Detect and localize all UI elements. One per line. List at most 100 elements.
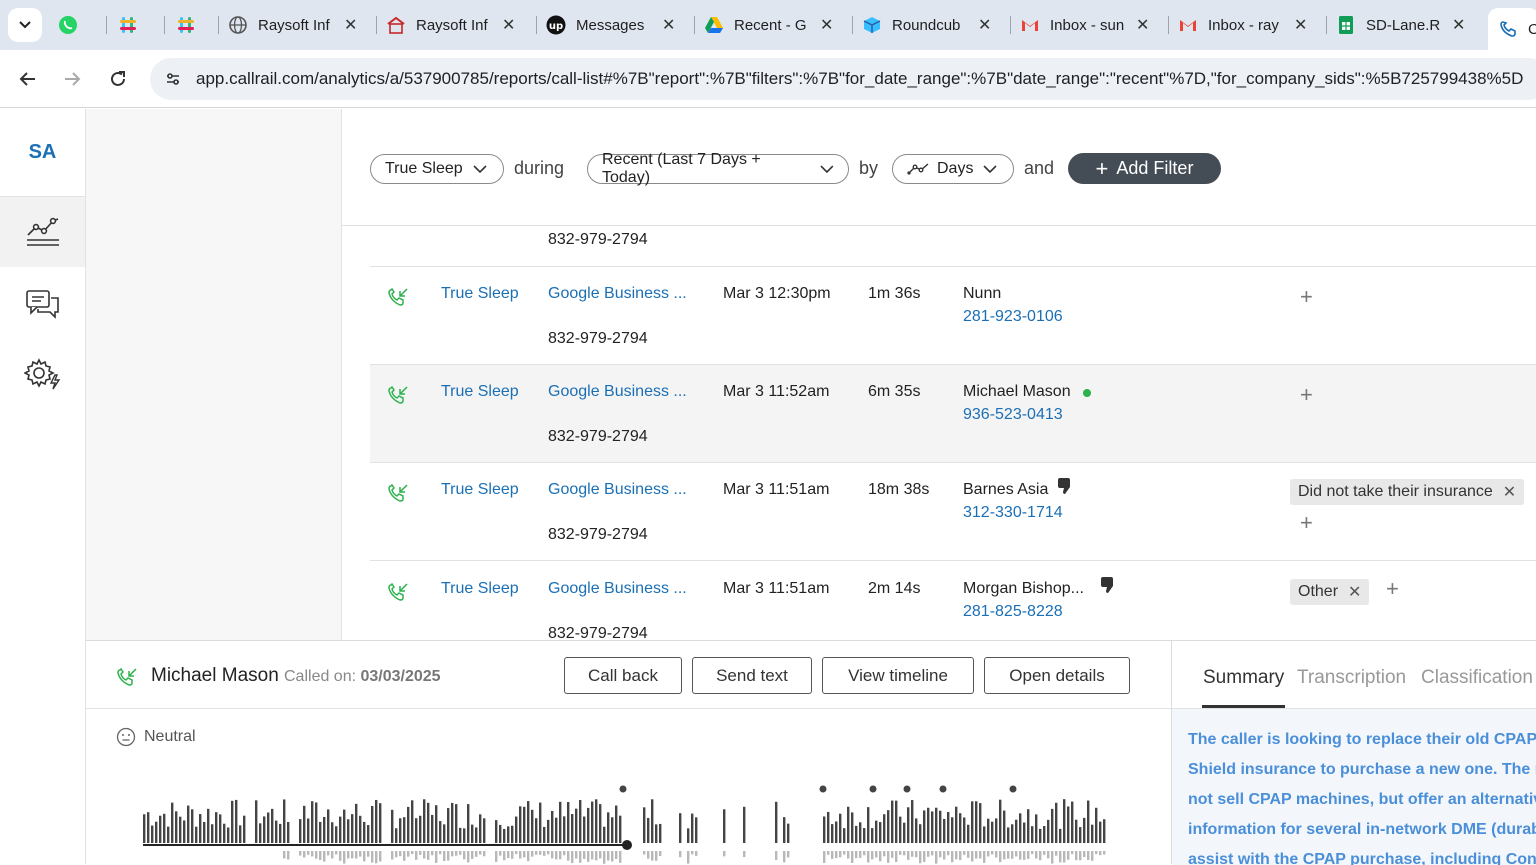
waveform-bar <box>263 816 266 843</box>
waveform-marker[interactable] <box>819 785 827 793</box>
waveform-bar-secondary <box>1075 851 1078 861</box>
waveform-bar-secondary <box>651 851 654 861</box>
waveform-marker[interactable] <box>1009 785 1017 793</box>
waveform-bar-secondary <box>447 851 450 861</box>
playhead-handle[interactable] <box>622 840 632 850</box>
tab-search-button[interactable] <box>8 8 42 42</box>
source-link[interactable]: Google Business ... <box>548 285 687 303</box>
company-link[interactable]: True Sleep <box>441 580 519 598</box>
browser-tab[interactable] <box>58 8 88 42</box>
waveform-bar-secondary <box>1051 851 1054 864</box>
waveform-marker[interactable] <box>903 785 911 793</box>
thumbs-down-icon[interactable] <box>1100 576 1116 594</box>
remove-tag-icon[interactable]: ✕ <box>1503 482 1516 502</box>
view-timeline-button[interactable]: View timeline <box>822 657 974 694</box>
tab-summary[interactable]: Summary <box>1203 667 1284 689</box>
add-tag-button[interactable]: + <box>1300 382 1313 408</box>
close-tab-icon[interactable]: ✕ <box>1452 15 1465 35</box>
company-link[interactable]: True Sleep <box>441 383 519 401</box>
site-info-icon[interactable] <box>162 68 184 90</box>
browser-tab[interactable]: SD-Lane.R ✕ <box>1336 8 1465 42</box>
browser-tab[interactable] <box>118 8 148 42</box>
waveform-bar <box>471 824 474 843</box>
audio-waveform[interactable] <box>141 781 1121 865</box>
waveform-bar-secondary <box>1063 851 1066 863</box>
add-tag-button[interactable]: + <box>1386 576 1399 602</box>
close-tab-icon[interactable]: ✕ <box>344 15 357 35</box>
caller-name[interactable]: Michael Mason <box>963 383 1071 401</box>
company-link[interactable]: True Sleep <box>441 481 519 499</box>
caller-name[interactable]: Morgan Bishop... <box>963 580 1084 598</box>
table-row-partial[interactable]: 832-979-2794 <box>370 226 1536 267</box>
waveform-marker[interactable] <box>619 785 627 793</box>
call-back-button[interactable]: Call back <box>564 657 682 694</box>
thumbs-down-icon[interactable] <box>1057 477 1073 495</box>
table-row[interactable]: True Sleep Google Business ... 832-979-279… <box>370 267 1536 365</box>
waveform-bar <box>655 824 658 843</box>
caller-phone[interactable]: 936-523-0413 <box>963 406 1063 424</box>
nav-analytics[interactable] <box>0 197 85 267</box>
source-link[interactable]: Google Business ... <box>548 481 687 499</box>
waveform-marker[interactable] <box>939 785 947 793</box>
waveform-bar <box>503 828 506 843</box>
open-details-button[interactable]: Open details <box>984 657 1130 694</box>
waveform-bar-secondary <box>871 851 874 860</box>
table-row[interactable]: True Sleep Google Business ... 832-979-279… <box>370 562 1536 640</box>
add-filter-button[interactable]: + Add Filter <box>1068 153 1221 184</box>
reload-button[interactable] <box>104 65 132 93</box>
close-tab-icon[interactable]: ✕ <box>1294 15 1307 35</box>
waveform-bar-secondary <box>587 851 590 862</box>
call-tag[interactable]: Did not take their insurance ✕ <box>1290 479 1525 505</box>
omnibox[interactable]: app.callrail.com/analytics/a/537900785/r… <box>150 58 1536 100</box>
waveform-bar <box>775 801 778 843</box>
browser-tab[interactable]: Inbox - ray ✕ <box>1178 8 1307 42</box>
browser-tab[interactable]: Roundcub ✕ <box>862 8 991 42</box>
call-tag[interactable]: Other ✕ <box>1290 579 1370 605</box>
nav-conversations[interactable] <box>0 269 85 339</box>
forward-button[interactable] <box>58 65 86 93</box>
source-link[interactable]: Google Business ... <box>548 580 687 598</box>
table-row[interactable]: True Sleep Google Business ... 832-979-279… <box>370 365 1536 463</box>
nav-settings[interactable] <box>0 339 85 409</box>
waveform-bar-secondary <box>311 851 314 857</box>
waveform-bar <box>619 815 622 843</box>
caller-phone[interactable]: 281-923-0106 <box>963 308 1063 326</box>
caller-name[interactable]: Barnes Asia <box>963 481 1048 499</box>
caller-name[interactable]: Nunn <box>963 285 1001 303</box>
browser-tab[interactable] <box>176 8 206 42</box>
waveform-bar <box>423 799 426 843</box>
close-tab-icon[interactable]: ✕ <box>502 15 515 35</box>
close-tab-icon[interactable]: ✕ <box>978 15 991 35</box>
tab-transcription[interactable]: Transcription <box>1297 667 1406 689</box>
company-filter-dropdown[interactable]: True Sleep <box>370 154 504 184</box>
add-tag-button[interactable]: + <box>1300 284 1313 310</box>
browser-tab[interactable]: Raysoft Inf ✕ <box>386 8 515 42</box>
close-tab-icon[interactable]: ✕ <box>1136 15 1149 35</box>
waveform-bar-secondary <box>327 851 330 856</box>
date-range-dropdown[interactable]: Recent (Last 7 Days + Today) <box>587 151 849 186</box>
close-tab-icon[interactable]: ✕ <box>820 15 833 35</box>
inbound-call-icon <box>388 582 408 601</box>
send-text-button[interactable]: Send text <box>692 657 812 694</box>
remove-tag-icon[interactable]: ✕ <box>1348 582 1361 602</box>
waveform-bar <box>827 811 830 843</box>
add-tag-button[interactable]: + <box>1300 510 1313 536</box>
close-tab-icon[interactable]: ✕ <box>662 15 675 35</box>
waveform-marker[interactable] <box>869 785 877 793</box>
browser-tab[interactable]: Inbox - sun ✕ <box>1020 8 1149 42</box>
table-row[interactable]: True Sleep Google Business ... 832-979-279… <box>370 463 1536 561</box>
back-button[interactable] <box>14 65 42 93</box>
browser-tab[interactable]: up Messages ✕ <box>546 8 675 42</box>
waveform-bar <box>547 819 550 843</box>
company-link[interactable]: True Sleep <box>441 285 519 303</box>
interval-dropdown[interactable]: Days <box>892 154 1014 184</box>
waveform-bar-secondary <box>971 851 974 862</box>
caller-phone[interactable]: 312-330-1714 <box>963 504 1063 522</box>
browser-tab[interactable]: C <box>1488 8 1536 50</box>
browser-tab[interactable]: Recent - G ✕ <box>704 8 833 42</box>
caller-phone[interactable]: 281-825-8228 <box>963 603 1063 621</box>
source-link[interactable]: Google Business ... <box>548 383 687 401</box>
tab-classification[interactable]: Classification <box>1421 667 1533 689</box>
account-logo[interactable]: SA <box>0 109 85 197</box>
browser-tab[interactable]: Raysoft Inf ✕ <box>228 8 357 42</box>
